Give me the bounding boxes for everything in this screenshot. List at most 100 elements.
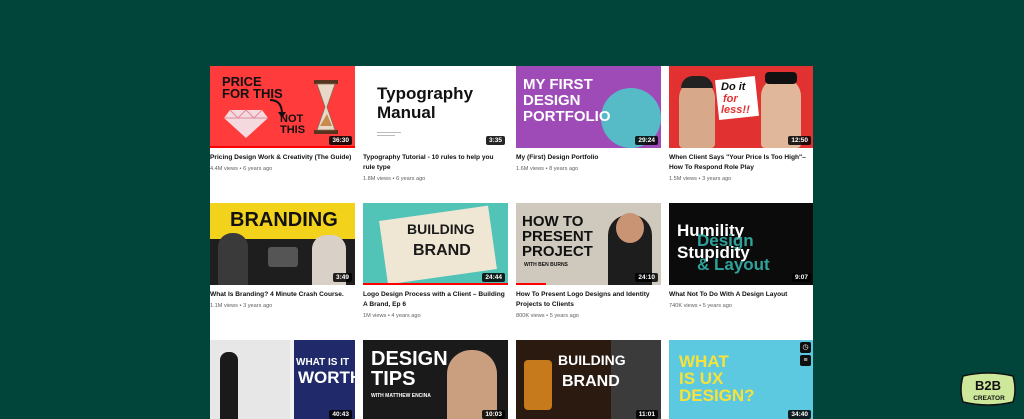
duration-badge: 11:01 (635, 410, 658, 419)
video-thumbnail[interactable]: BRANDING 3:49 (210, 203, 355, 285)
logo-text: B2B (975, 378, 1001, 393)
video-meta: 4.4M views • 6 years ago (210, 166, 273, 172)
video-card[interactable]: Typography Manual 3:35 Typography Tutori… (363, 66, 508, 182)
thumb-text: PORTFOLIO (523, 108, 611, 125)
person-hat (765, 72, 797, 84)
video-card[interactable]: WHAT IS IT WORTH? 40:43 (210, 340, 355, 419)
thumb-text: DESIGN (523, 92, 581, 109)
person-hair (681, 76, 713, 88)
video-card[interactable]: HOW TO PRESENT PROJECT WITH BEN BURNS 24… (516, 203, 661, 319)
video-thumbnail[interactable]: Do it for less!! 12:50 (669, 66, 813, 148)
video-meta: 800K views • 5 years ago (516, 313, 579, 319)
thumb-text: DESIGN? (679, 386, 755, 405)
thumb-text: BRAND (413, 242, 471, 259)
logo-subtext: CREATOR (973, 395, 1005, 402)
person-figure (679, 80, 715, 148)
microphone-icon (268, 247, 298, 267)
video-title[interactable]: Typography Tutorial - 10 rules to help y… (363, 153, 506, 173)
thumb-text: less!! (721, 104, 750, 116)
video-title[interactable]: When Client Says "Your Price Is Too High… (669, 153, 812, 173)
duration-badge: 9:07 (791, 273, 811, 282)
thumb-text: MY FIRST (523, 76, 593, 93)
video-card[interactable]: Humility Design Stupidity & Layout 9:07 … (669, 203, 813, 309)
video-card[interactable]: PRICE FOR THIS NOT THIS 36:30 Pricing De… (210, 66, 355, 172)
thumb-text: WORTH? (298, 368, 355, 387)
duration-badge: 34:40 (788, 410, 811, 419)
thumb-text: TIPS (371, 368, 416, 390)
person-figure (218, 233, 248, 285)
video-card[interactable]: DESIGN TIPS WITH MATTHEW ENCINA 10:03 (363, 340, 508, 419)
video-thumbnail[interactable]: MY FIRST DESIGN PORTFOLIO 29:24 (516, 66, 661, 148)
diamond-icon (224, 109, 268, 138)
b2b-creator-logo: B2B CREATOR (960, 372, 1016, 406)
video-title[interactable]: How To Present Logo Designs and Identity… (516, 290, 659, 310)
thumb-text: Typography (377, 84, 474, 103)
video-thumbnail[interactable]: WHAT IS IT WORTH? 40:43 (210, 340, 355, 419)
thumb-text: BUILDING (558, 352, 626, 368)
duration-badge: 29:24 (635, 136, 658, 145)
video-thumbnail[interactable]: BUILDING BRAND 24:44 (363, 203, 508, 285)
duration-badge: 3:35 (485, 136, 505, 145)
video-title[interactable]: What Is Branding? 4 Minute Crash Course. (210, 290, 353, 300)
hover-actions: ◷ ≡ (800, 342, 812, 368)
thumb-text: WHAT (679, 352, 729, 371)
thumb-text: IS UX (679, 369, 724, 388)
thumb-text: DESIGN (371, 348, 448, 370)
video-card[interactable]: BRANDING 3:49 What Is Branding? 4 Minute… (210, 203, 355, 309)
watch-progress (516, 283, 546, 285)
duration-badge: 36:30 (329, 136, 352, 145)
video-thumbnail[interactable]: Humility Design Stupidity & Layout 9:07 (669, 203, 813, 285)
video-grid: PRICE FOR THIS NOT THIS 36:30 Pricing De… (210, 66, 813, 419)
thumb-text: BUILDING (407, 221, 475, 237)
video-card[interactable]: MY FIRST DESIGN PORTFOLIO 29:24 My (Firs… (516, 66, 661, 172)
video-title[interactable]: What Not To Do With A Design Layout (669, 290, 812, 300)
video-thumbnail[interactable]: Typography Manual 3:35 (363, 66, 508, 148)
video-meta: 1.8M views • 6 years ago (363, 176, 426, 182)
video-card[interactable]: WHAT IS UX DESIGN? ◷ ≡ 34:40 (669, 340, 813, 419)
video-thumbnail[interactable]: WHAT IS UX DESIGN? ◷ ≡ 34:40 (669, 340, 813, 419)
video-thumbnail[interactable]: DESIGN TIPS WITH MATTHEW ENCINA 10:03 (363, 340, 508, 419)
thumb-text: WITH BEN BURNS (524, 262, 568, 268)
playlist-add-icon[interactable]: ≡ (800, 355, 811, 366)
watch-progress (210, 146, 355, 148)
person-head (616, 213, 644, 243)
divider (377, 135, 395, 136)
video-thumbnail[interactable]: BUILDING BRAND 11:01 (516, 340, 661, 419)
video-meta: 740K views • 5 years ago (669, 303, 732, 309)
thumb-text: for (723, 93, 738, 105)
duration-badge: 3:49 (332, 273, 352, 282)
thumb-text: Do it (721, 81, 746, 93)
thumb-text: Manual (377, 103, 436, 122)
thumb-text: BRAND (562, 373, 620, 390)
thumb-text: THIS (280, 124, 306, 136)
person-figure (220, 352, 238, 419)
video-card[interactable]: BUILDING BRAND 11:01 (516, 340, 661, 419)
divider (377, 132, 401, 133)
thumb-text: WHAT IS IT (296, 357, 350, 368)
video-thumbnail[interactable]: HOW TO PRESENT PROJECT WITH BEN BURNS 24… (516, 203, 661, 285)
thumb-text: NOT (280, 113, 304, 125)
beer-glass (524, 360, 552, 410)
duration-badge: 10:03 (482, 410, 505, 419)
person-figure (447, 350, 497, 419)
duration-badge: 40:43 (329, 410, 352, 419)
watch-progress (363, 283, 508, 285)
thumb-text: PROJECT (522, 243, 593, 260)
video-title[interactable]: My (First) Design Portfolio (516, 153, 659, 163)
clock-icon[interactable]: ◷ (800, 342, 811, 353)
video-meta: 1.6M views • 8 years ago (516, 166, 579, 172)
video-title[interactable]: Pricing Design Work & Creativity (The Gu… (210, 153, 353, 163)
video-meta: 1M views • 4 years ago (363, 313, 421, 319)
hourglass-icon (314, 80, 338, 134)
thumb-text: BRANDING (230, 209, 338, 231)
duration-badge: 12:50 (788, 136, 811, 145)
video-card[interactable]: Do it for less!! 12:50 When Client Says … (669, 66, 813, 182)
video-title[interactable]: Logo Design Process with a Client – Buil… (363, 290, 506, 310)
video-meta: 1.1M views • 3 years ago (210, 303, 273, 309)
video-card[interactable]: BUILDING BRAND 24:44 Logo Design Process… (363, 203, 508, 319)
duration-badge: 24:10 (635, 273, 658, 282)
video-thumbnail[interactable]: PRICE FOR THIS NOT THIS 36:30 (210, 66, 355, 148)
thumb-text: WITH MATTHEW ENCINA (371, 393, 431, 399)
thumb-text: & Layout (697, 255, 770, 274)
duration-badge: 24:44 (482, 273, 505, 282)
